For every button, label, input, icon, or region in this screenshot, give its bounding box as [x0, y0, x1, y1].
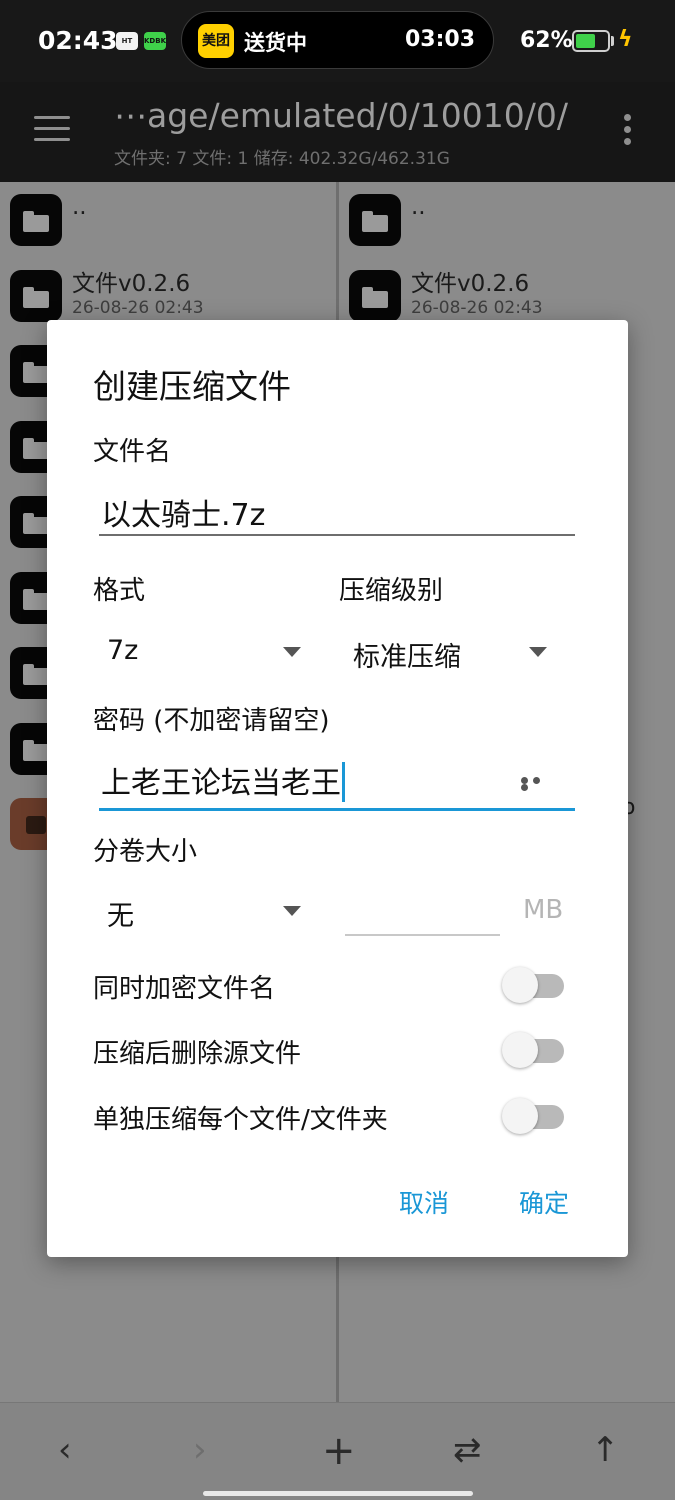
delete-source-switch[interactable]: [502, 1032, 564, 1068]
bottom-toolbar: ‹ › + ⇄ ↑: [0, 1402, 675, 1500]
file-name: 文件v0.2.6: [411, 270, 530, 297]
volume-unit: MB: [523, 895, 564, 925]
filename-input[interactable]: 以太骑士.7z: [101, 490, 265, 534]
folder-list-item[interactable]: ..: [0, 182, 336, 256]
battery-tip: [611, 36, 614, 46]
live-activity-pill[interactable]: 美团 送货中 03:03: [181, 11, 494, 69]
file-name: ..: [72, 194, 87, 220]
dropdown-arrow-icon: [283, 647, 301, 657]
dropdown-arrow-icon: [283, 906, 301, 916]
battery-icon: [572, 30, 610, 52]
back-icon[interactable]: ‹: [58, 1433, 72, 1467]
status-time: 02:43: [38, 26, 118, 55]
more-vert-icon[interactable]: [624, 114, 632, 150]
file-date: 26-08-26 02:43: [72, 297, 204, 318]
folder-icon: [349, 194, 401, 246]
file-date: 26-08-26 02:43: [411, 297, 543, 318]
parent-directory-icon[interactable]: ↑: [591, 1433, 620, 1467]
cancel-button[interactable]: 取消: [399, 1184, 449, 1220]
notification-app-icon: HT: [116, 32, 138, 50]
path-stats: 文件夹: 7 文件: 1 储存: 402.32G/462.31G: [114, 149, 450, 169]
separate-archives-label: 单独压缩每个文件/文件夹: [93, 1105, 388, 1135]
live-activity-text: 送货中: [244, 31, 307, 55]
compression-level-value: 标准压缩: [353, 642, 461, 673]
dropdown-arrow-icon: [529, 647, 547, 657]
dialog-title: 创建压缩文件: [93, 367, 291, 406]
compression-level-label: 压缩级别: [339, 576, 444, 606]
hamburger-menu-icon[interactable]: [34, 116, 70, 144]
swap-panes-icon[interactable]: ⇄: [453, 1433, 482, 1467]
create-archive-dialog: 创建压缩文件 文件名 以太骑士.7z 格式 压缩级别 7z 标准压缩 密码 (不…: [47, 320, 628, 1257]
volume-size-value: 无: [107, 901, 134, 932]
file-name: 文件v0.2.6: [72, 270, 191, 297]
password-text: 上老王论坛当老王: [101, 766, 341, 801]
forward-icon[interactable]: ›: [193, 1433, 207, 1467]
folder-list-item[interactable]: ..: [339, 182, 675, 256]
filename-label: 文件名: [93, 437, 172, 467]
volume-size-underline: [345, 934, 500, 936]
text-cursor: [342, 761, 345, 802]
ok-button[interactable]: 确定: [519, 1184, 569, 1220]
separate-archives-switch[interactable]: [502, 1098, 564, 1134]
status-bar: 02:43 HT KDBK 美团 送货中 03:03 62% ϟ: [0, 0, 675, 82]
password-visibility-icon[interactable]: [521, 777, 555, 791]
volume-size-label: 分卷大小: [93, 837, 198, 867]
volume-size-input[interactable]: [347, 894, 497, 930]
password-input[interactable]: 上老王论坛当老王: [101, 758, 345, 805]
password-label: 密码 (不加密请留空): [93, 706, 330, 736]
home-indicator[interactable]: [203, 1491, 473, 1496]
folder-icon: [10, 269, 62, 322]
current-path[interactable]: ⋯age/emulated/0/10010/0/: [114, 96, 568, 135]
live-activity-time: 03:03: [404, 27, 475, 52]
format-label: 格式: [93, 576, 146, 606]
file-name: ..: [411, 194, 426, 220]
battery-percent: 62%: [520, 28, 573, 53]
format-value: 7z: [107, 635, 139, 666]
folder-icon: [10, 194, 62, 246]
password-underline: [99, 808, 575, 811]
add-icon[interactable]: +: [322, 1431, 356, 1471]
encrypt-filenames-label: 同时加密文件名: [93, 974, 276, 1004]
delete-source-label: 压缩后删除源文件: [93, 1039, 302, 1069]
meituan-app-icon: 美团: [198, 24, 234, 58]
filename-underline: [99, 534, 575, 536]
folder-icon: [349, 269, 401, 322]
notification-app-icon-2: KDBK: [144, 32, 166, 50]
app-toolbar: ⋯age/emulated/0/10010/0/ 文件夹: 7 文件: 1 储存…: [0, 82, 675, 182]
charging-bolt-icon: ϟ: [618, 27, 633, 52]
encrypt-filenames-switch[interactable]: [502, 967, 564, 1003]
